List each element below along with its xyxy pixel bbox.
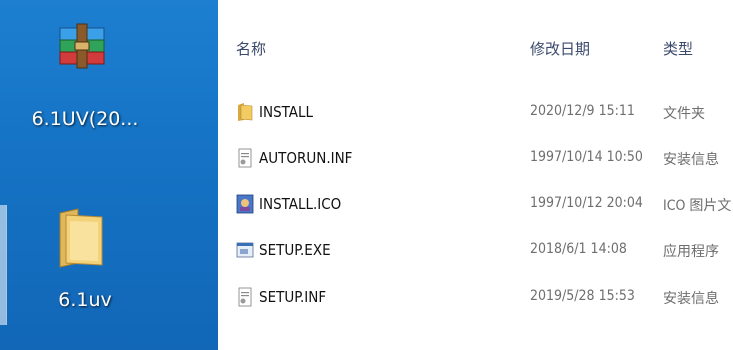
file-name: SETUP.EXE [259,241,331,259]
file-type: 安装信息 [663,152,719,168]
file-name: SETUP.INF [259,288,327,306]
file-type: 文件夹 [663,106,705,122]
file-type: 应用程序 [663,244,719,260]
file-date: 1997/10/14 10:50 [530,149,643,165]
application-exe-icon [236,242,254,258]
desktop-icon-folder-label: 6.1uv [58,289,112,311]
column-header-type[interactable]: 类型 [663,38,693,59]
file-list-pane: 名称 修改日期 类型 INSTALL 2020/12/9 15:11 文件夹 A… [218,0,733,350]
winrar-archive-icon [59,23,105,69]
file-row-autorun-inf[interactable]: AUTORUN.INF 1997/10/14 10:50 安装信息 [218,146,733,172]
file-row-setup-inf[interactable]: SETUP.INF 2019/5/28 15:53 安装信息 [218,285,733,311]
file-date: 2019/5/28 15:53 [530,288,635,304]
file-name: INSTALL [259,103,313,121]
ico-image-icon [236,194,254,214]
file-type: ICO 图片文 [663,198,732,214]
desktop-area: 6.1UV(20... 6.1uv [0,0,218,350]
file-date: 2020/12/9 15:11 [530,103,635,119]
desktop-icon-archive-label: 6.1UV(20... [31,108,139,130]
file-row-install-ico[interactable]: INSTALL.ICO 1997/10/12 20:04 ICO 图片文 [218,192,733,218]
top-band [218,0,733,12]
file-name: AUTORUN.INF [259,149,353,167]
file-date: 2018/6/1 14:08 [530,241,627,257]
file-date: 1997/10/12 20:04 [530,195,643,211]
file-row-setup-exe[interactable]: SETUP.EXE 2018/6/1 14:08 应用程序 [218,238,733,264]
file-type: 安装信息 [663,291,719,307]
column-header-row: 名称 修改日期 类型 [218,34,733,62]
file-name: INSTALL.ICO [259,195,342,213]
column-header-name[interactable]: 名称 [236,38,266,59]
folder-icon [238,103,253,121]
folder-icon [59,208,103,268]
file-row-install-folder[interactable]: INSTALL 2020/12/9 15:11 文件夹 [218,100,733,126]
setup-info-file-icon [238,287,252,307]
setup-info-file-icon [238,148,252,168]
column-header-date[interactable]: 修改日期 [530,38,590,59]
window-edge [0,205,7,325]
